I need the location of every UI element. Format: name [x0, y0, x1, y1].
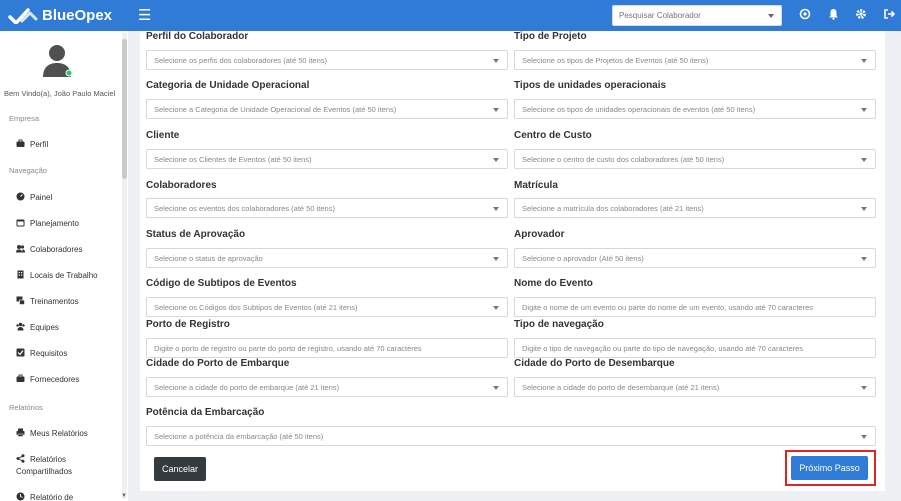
scroll-down-icon[interactable]: ▼: [121, 493, 127, 499]
welcome-text: Bem Vindo(a), João Paulo Maciel: [4, 89, 116, 98]
label-tipo-projeto: Tipo de Projeto: [514, 31, 587, 42]
logout-icon[interactable]: [883, 8, 896, 23]
presentation-icon: [16, 296, 25, 305]
chevron-down-icon: [861, 386, 867, 390]
chevron-down-icon: [861, 207, 867, 211]
input-tipo-navegacao[interactable]: Digite o tipo de navegação ou parte do t…: [514, 338, 876, 358]
label-subtipos: Código de Subtipos de Eventos: [146, 278, 297, 289]
select-cidade-embarque[interactable]: Selecione a cidade do porto de embarque …: [146, 377, 508, 397]
sidebar-item-treinamentos[interactable]: Treinamentos: [16, 296, 79, 308]
chevron-down-icon: [493, 108, 499, 112]
sidebar-item-requisitos[interactable]: Requisitos: [16, 348, 67, 360]
select-centro-custo[interactable]: Selecione o centro de custo dos colabora…: [514, 149, 876, 169]
sidebar-scrollbar[interactable]: [122, 33, 127, 499]
select-categoria[interactable]: Selecione a Categoria de Unidade Operaci…: [146, 99, 508, 119]
next-step-button[interactable]: Próximo Passo: [791, 456, 868, 480]
label-cidade-embarque: Cidade do Porto de Embarque: [146, 358, 290, 369]
cancel-button[interactable]: Cancelar: [154, 457, 206, 481]
input-nome-evento[interactable]: Digite o nome de um evento ou parte do n…: [514, 297, 876, 317]
clock-icon: [16, 492, 25, 501]
building-icon: [17, 270, 24, 279]
label-status: Status de Aprovação: [146, 229, 246, 240]
employee-search-select[interactable]: Pesquisar Colaborador: [612, 5, 782, 26]
input-porto-registro[interactable]: Digite o porto de registro ou parte do p…: [146, 338, 508, 358]
chevron-down-icon: [861, 158, 867, 162]
select-cidade-desembarque[interactable]: Selecione a cidade do porto de desembarq…: [514, 377, 876, 397]
top-bar: BlueOpex ☰ Pesquisar Colaborador: [0, 0, 901, 31]
team-icon: [16, 322, 25, 331]
brand-logo[interactable]: BlueOpex: [0, 0, 128, 31]
select-tipo-projeto[interactable]: Selecione os tipos de Projetos de Evento…: [514, 50, 876, 70]
label-nome-evento: Nome do Evento: [514, 278, 593, 289]
scrollbar-thumb[interactable]: [122, 39, 127, 179]
label-tipo-navegacao: Tipo de navegação: [514, 319, 604, 330]
select-cliente[interactable]: Selecione os Clientes de Eventos (até 50…: [146, 149, 508, 169]
top-actions: [799, 0, 896, 31]
sidebar-item-meus-relatorios[interactable]: Meus Relatórios: [16, 428, 88, 440]
sidebar-item-painel[interactable]: Painel: [16, 192, 52, 204]
section-empresa: Empresa: [9, 114, 40, 123]
printer-icon: [16, 428, 25, 437]
label-perfil: Perfil do Colaborador: [146, 31, 249, 42]
label-categoria: Categoria de Unidade Operacional: [146, 80, 310, 91]
sidebar-item-relatorios-compartilhados[interactable]: Relatórios Compartilhados: [16, 454, 72, 478]
employee-search-placeholder: Pesquisar Colaborador: [619, 11, 701, 20]
sidebar-item-equipes[interactable]: Equipes: [16, 322, 59, 334]
chevron-down-icon: [493, 59, 499, 63]
briefcase-icon: [16, 374, 25, 382]
label-cliente: Cliente: [146, 130, 180, 141]
label-potencia: Potência da Embarcação: [146, 407, 265, 418]
label-aprovador: Aprovador: [514, 229, 565, 240]
chevron-down-icon: [493, 386, 499, 390]
chevron-down-icon: [861, 59, 867, 63]
label-cidade-desembarque: Cidade do Porto de Desembarque: [514, 358, 675, 369]
select-colaboradores[interactable]: Selecione os eventos dos colaboradores (…: [146, 198, 508, 218]
users-icon: [16, 245, 25, 253]
label-matricula: Matrícula: [514, 180, 558, 191]
chevron-down-icon: [493, 158, 499, 162]
share-icon: [16, 454, 25, 463]
section-navegacao: Navegação: [9, 166, 47, 175]
select-subtipos[interactable]: Selecione os Códigos dos Subtipos de Eve…: [146, 297, 508, 317]
chevron-down-icon: [861, 257, 867, 261]
brand-name: BlueOpex: [42, 7, 113, 24]
chevron-down-icon: [493, 257, 499, 261]
check-logo-icon: [8, 7, 38, 24]
support-icon[interactable]: [799, 8, 811, 23]
bell-icon[interactable]: [827, 8, 839, 23]
select-perfil[interactable]: Selecione os perfis dos colaboradores (a…: [146, 50, 508, 70]
chevron-down-icon: [493, 306, 499, 310]
select-matricula[interactable]: Selecione a matrícula dos colaboradores …: [514, 198, 876, 218]
sidebar-item-colaboradores[interactable]: Colaboradores: [16, 244, 82, 256]
sidebar-item-relatorio-de[interactable]: Relatório de: [16, 492, 73, 501]
sidebar-item-planejamento[interactable]: Planejamento: [16, 218, 79, 230]
sidebar-item-locais[interactable]: Locais de Trabalho: [16, 270, 98, 282]
label-centro-custo: Centro de Custo: [514, 130, 592, 141]
chevron-down-icon: [768, 14, 774, 18]
select-potencia[interactable]: Selecione a potência da embarcação (até …: [146, 426, 876, 446]
label-colaboradores: Colaboradores: [146, 180, 217, 191]
sidebar-item-fornecedores[interactable]: Fornecedores: [16, 374, 79, 386]
chevron-down-icon: [861, 108, 867, 112]
sidebar: Bem Vindo(a), João Paulo Maciel Empresa …: [0, 31, 128, 501]
chevron-down-icon: [861, 435, 867, 439]
select-status[interactable]: Selecione o status de aprovação: [146, 248, 508, 268]
briefcase-icon: [16, 139, 25, 147]
select-aprovador[interactable]: Selecione o aprovador (Até 50 itens): [514, 248, 876, 268]
sidebar-item-perfil[interactable]: Perfil: [16, 139, 48, 151]
label-porto-registro: Porto de Registro: [146, 319, 230, 330]
calendar-icon: [16, 219, 25, 227]
avatar[interactable]: [41, 43, 75, 79]
chevron-down-icon: [493, 207, 499, 211]
section-relatorios: Relatórios: [9, 403, 43, 412]
gear-icon[interactable]: [855, 8, 867, 23]
label-tipos-unidades: Tipos de unidades operacionais: [514, 80, 667, 91]
checkbox-icon: [16, 348, 25, 357]
dashboard-icon: [16, 192, 25, 201]
menu-toggle-icon[interactable]: ☰: [138, 8, 151, 23]
select-tipos-unidades[interactable]: Selecione os tipos de unidades operacion…: [514, 99, 876, 119]
